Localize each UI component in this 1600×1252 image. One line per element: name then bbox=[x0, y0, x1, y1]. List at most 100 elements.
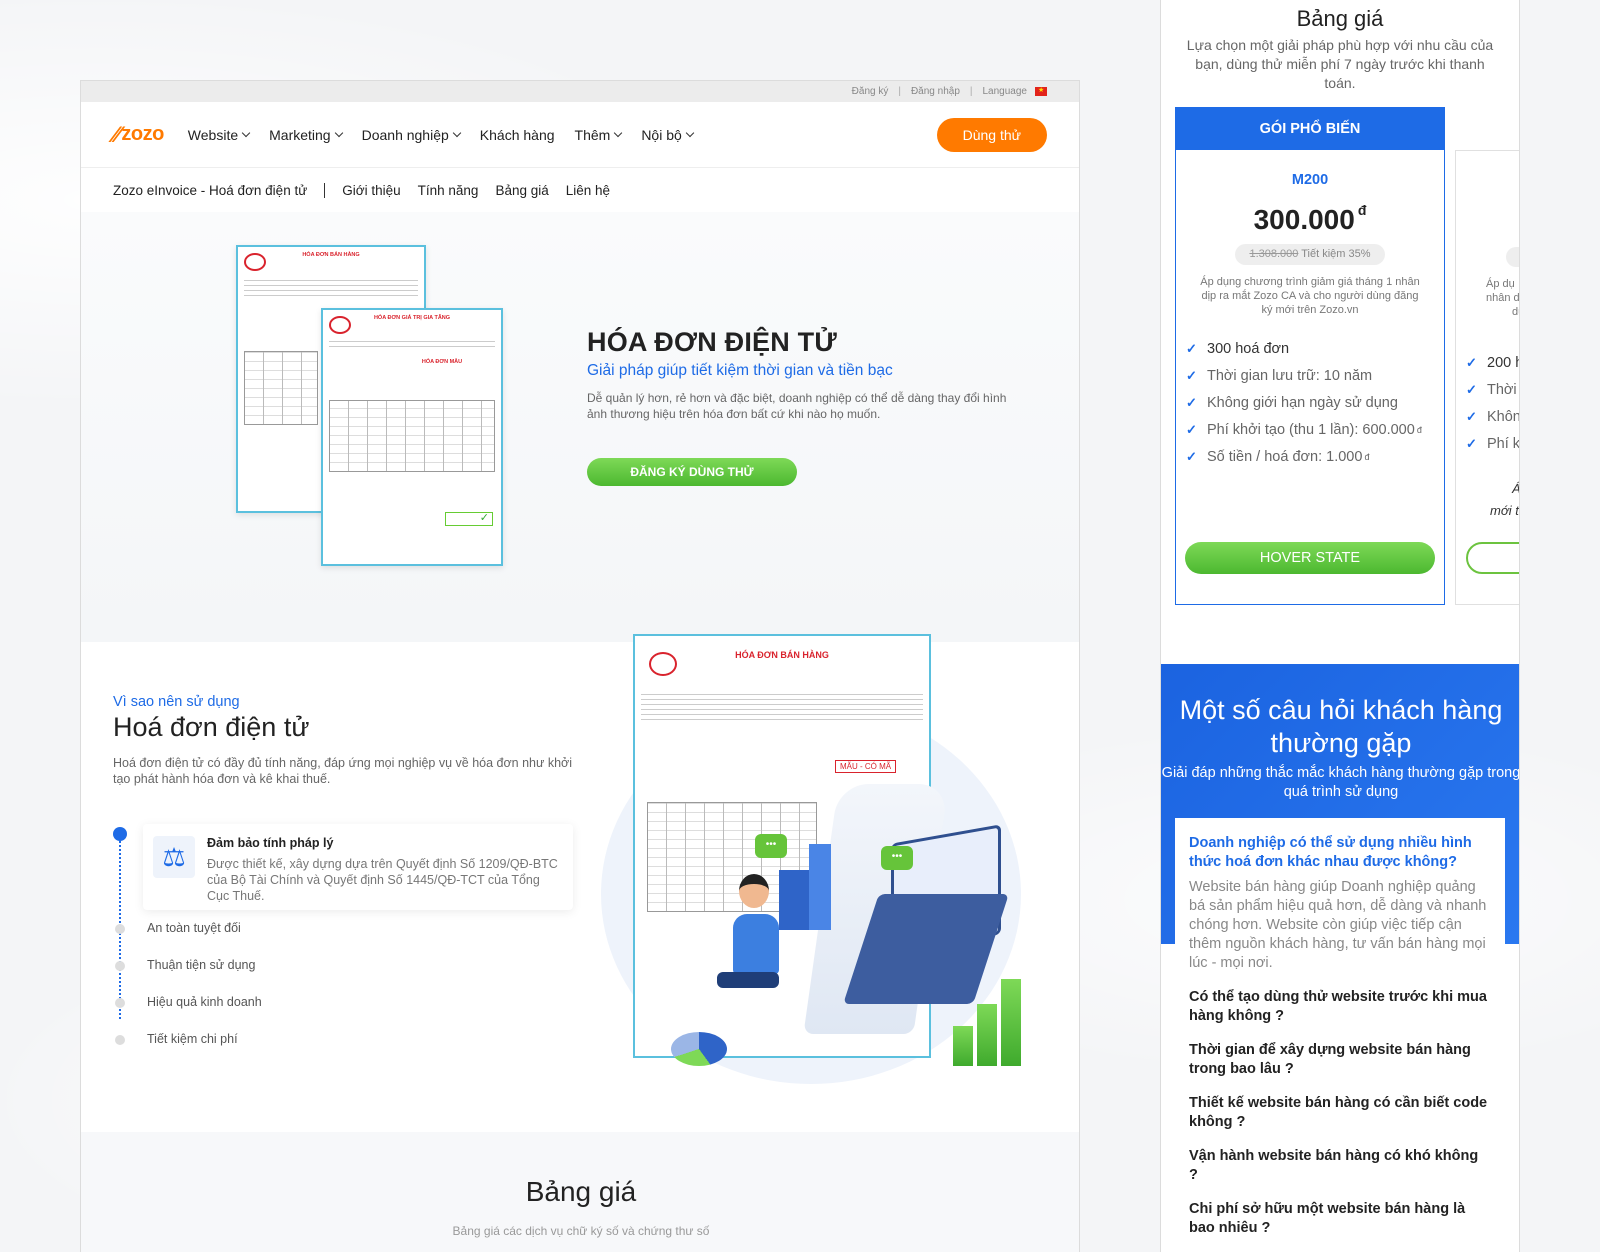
menu-website[interactable]: Website bbox=[188, 127, 251, 143]
hero-text: HÓA ĐƠN ĐIỆN TỬ Giải pháp giúp tiết kiệm… bbox=[587, 327, 1007, 486]
check-icon: ✓ bbox=[1466, 435, 1477, 451]
timeline-dot[interactable] bbox=[115, 1035, 125, 1045]
plan-select-button-outline[interactable] bbox=[1466, 542, 1519, 574]
subnav-gioi-thieu[interactable]: Giới thiệu bbox=[342, 183, 400, 198]
menu-marketing[interactable]: Marketing bbox=[269, 126, 343, 143]
benefit-item-effective[interactable]: Hiệu quả kinh doanh bbox=[147, 995, 262, 1009]
plan-card-next-partial[interactable]: Áp dụ nhân d dù ✓ 200 h ✓ Thời ✓ Khôn ✓ Phí … bbox=[1455, 150, 1520, 605]
faq-question[interactable]: Vận hành website bán hàng có khó không ? bbox=[1189, 1147, 1491, 1185]
plan-feature: ✓ Số tiền / hoá đơn: 1.000 đ bbox=[1186, 443, 1444, 470]
register-trial-button[interactable]: ĐĂNG KÝ DÙNG THỬ bbox=[587, 458, 797, 486]
invoice-title: HÓA ĐƠN BÁN HÀNG bbox=[302, 252, 360, 258]
check-icon: ✓ bbox=[1186, 448, 1197, 464]
zozo-logo[interactable]: ⁄⁄ zozo bbox=[113, 122, 164, 148]
benefit-item-save-cost[interactable]: Tiết kiệm chi phí bbox=[147, 1032, 238, 1046]
timeline-dot[interactable] bbox=[115, 998, 125, 1008]
faq-question[interactable]: Có thể tạo dùng thử website trước khi mu… bbox=[1189, 988, 1491, 1026]
invoice-vat-thumbnail: HÓA ĐƠN GIÁ TRỊ GIA TĂNG HÓA ĐƠN MẪU bbox=[321, 308, 503, 566]
big-invoice-title: HÓA ĐƠN BÁN HÀNG bbox=[735, 650, 829, 660]
plan-note-fragment: nhân d bbox=[1486, 292, 1520, 304]
faq-subtitle: Giải đáp những thắc mắc khách hàng thườn… bbox=[1161, 765, 1520, 800]
why-description: Hoá đơn điện tử có đầy đủ tính năng, đáp… bbox=[113, 756, 573, 786]
bar-graphic bbox=[977, 1004, 997, 1066]
invoice-rule bbox=[641, 694, 923, 695]
why-section: Vì sao nên sử dụng Hoá đơn điện tử Hoá đ… bbox=[113, 694, 583, 1046]
minvoice-logo-icon bbox=[329, 316, 351, 334]
zozo-logo-mark-icon: ⁄⁄ bbox=[113, 121, 120, 147]
benefit-card-desc: Được thiết kế, xây dựng dựa trên Quyết đ… bbox=[207, 857, 558, 903]
menu-label: Nội bộ bbox=[641, 126, 682, 143]
cube-graphic bbox=[779, 870, 809, 930]
check-icon: ✓ bbox=[1186, 340, 1197, 356]
hero-description: Dễ quản lý hơn, rẻ hơn và đặc biệt, doan… bbox=[587, 391, 1007, 421]
product-subnav: Zozo eInvoice - Hoá đơn điện tử Giới thi… bbox=[81, 168, 1079, 212]
invoice-rule bbox=[641, 704, 923, 705]
benefit-item-safe[interactable]: An toàn tuyệt đối bbox=[147, 921, 241, 935]
subnav-lien-he[interactable]: Liên hệ bbox=[566, 183, 610, 198]
main-navbar: ⁄⁄ zozo Website Marketing Doanh nghiệp K… bbox=[81, 102, 1079, 168]
feature-text: Số tiền / hoá đơn: 1.000 bbox=[1207, 448, 1363, 465]
plan-select-button-hover[interactable]: HOVER STATE bbox=[1185, 542, 1435, 574]
benefit-card-legal[interactable]: ⚖ Đảm bảo tính pháp lý Được thiết kế, xâ… bbox=[143, 824, 573, 910]
subnav-bang-gia[interactable]: Bảng giá bbox=[495, 183, 548, 198]
faq-list: Doanh nghiệp có thể sử dụng nhiều hình t… bbox=[1175, 818, 1505, 1252]
pricing-section-title: Bảng giá bbox=[525, 1176, 637, 1207]
invoice-rule bbox=[641, 699, 923, 700]
chat-bubble-icon: ••• bbox=[755, 834, 787, 858]
menu-noi-bo[interactable]: Nội bộ bbox=[641, 126, 695, 143]
plan-feature: ✓ Thời gian lưu trữ: 10 năm bbox=[1186, 362, 1444, 389]
currency-symbol: đ bbox=[1416, 424, 1422, 435]
menu-khach-hang[interactable]: Khách hàng bbox=[480, 127, 555, 143]
timeline-dot-active[interactable] bbox=[113, 827, 127, 841]
plan-feature-list: ✓ 300 hoá đơn ✓ Thời gian lưu trữ: 10 năm … bbox=[1186, 335, 1444, 470]
promo-fragment: Áp bbox=[1512, 481, 1520, 496]
chat-bubble-icon: ••• bbox=[881, 846, 913, 870]
popular-plan-badge: GÓI PHỔ BIẾN bbox=[1176, 108, 1444, 150]
invoice-rule bbox=[244, 295, 418, 296]
menu-doanh-nghiep[interactable]: Doanh nghiệp bbox=[362, 127, 462, 143]
faq-question[interactable]: Chi phí sở hữu một website bán hàng là b… bbox=[1189, 1200, 1491, 1238]
check-icon: ✓ bbox=[1186, 421, 1197, 437]
try-free-button[interactable]: Dùng thử bbox=[936, 117, 1047, 152]
plan-feature-list: ✓ 200 h ✓ Thời ✓ Khôn ✓ Phí k bbox=[1466, 349, 1520, 457]
subnav-tinh-nang[interactable]: Tính năng bbox=[418, 183, 479, 198]
invoice-rule bbox=[329, 341, 495, 342]
faq-question[interactable]: Thiết kế website bán hàng có cần biết co… bbox=[1189, 1094, 1491, 1132]
plan-feature: ✓ 200 h bbox=[1466, 349, 1519, 376]
login-link[interactable]: Đăng nhập bbox=[911, 86, 960, 97]
invoice-rule bbox=[329, 346, 495, 347]
menu-label: Marketing bbox=[269, 126, 331, 143]
faq-question[interactable]: Thời gian để xây dựng website bán hàng t… bbox=[1189, 1041, 1491, 1079]
menu-them[interactable]: Thêm bbox=[574, 126, 623, 143]
why-title: Hoá đơn điện tử bbox=[113, 712, 310, 742]
invoice-rule bbox=[641, 714, 923, 715]
menu-label: Thêm bbox=[574, 126, 611, 143]
zozo-logo-text: zozo bbox=[121, 123, 164, 145]
invoice-rule bbox=[244, 290, 418, 291]
timeline-dot[interactable] bbox=[115, 961, 125, 971]
old-price: 1.308.000 bbox=[1249, 248, 1299, 260]
plan-feature: ✓ Phí k bbox=[1466, 430, 1520, 457]
plan-card-m200[interactable]: GÓI PHỔ BIẾN M200 300.000 đ 1.308.000 Tiế… bbox=[1175, 107, 1445, 605]
chevron-down-icon bbox=[685, 128, 695, 138]
topbar-separator: | bbox=[898, 86, 901, 97]
bar-graphic bbox=[1001, 979, 1021, 1066]
minvoice-logo-icon bbox=[649, 652, 677, 676]
saving-text: Tiết kiệm 35% bbox=[1301, 248, 1371, 260]
faq-question-expanded[interactable]: Doanh nghiệp có thể sử dụng nhiều hình t… bbox=[1189, 834, 1491, 872]
hero-subtitle: Giải pháp giúp tiết kiệm thời gian và ti… bbox=[587, 362, 893, 379]
language-link[interactable]: Language bbox=[983, 86, 1028, 97]
register-link[interactable]: Đăng ký bbox=[852, 86, 889, 97]
feature-text: Phí k bbox=[1487, 435, 1520, 452]
pricing-subtitle: Lựa chọn một giải pháp phù hợp với nhu c… bbox=[1186, 37, 1494, 91]
person-body-graphic bbox=[733, 914, 779, 974]
scales-icon: ⚖ bbox=[153, 836, 195, 878]
benefit-item-convenient[interactable]: Thuận tiện sử dụng bbox=[147, 958, 255, 972]
vietnam-flag-icon[interactable] bbox=[1035, 86, 1047, 96]
chevron-down-icon bbox=[241, 128, 251, 138]
timeline-dot[interactable] bbox=[115, 924, 125, 934]
product-brand[interactable]: Zozo eInvoice - Hoá đơn điện tử bbox=[113, 182, 326, 198]
plan-note-fragment: Áp dụ bbox=[1486, 278, 1515, 290]
sample-stamp: MẪU - CÓ MÃ bbox=[835, 760, 897, 773]
bar-graphic bbox=[953, 1026, 973, 1066]
